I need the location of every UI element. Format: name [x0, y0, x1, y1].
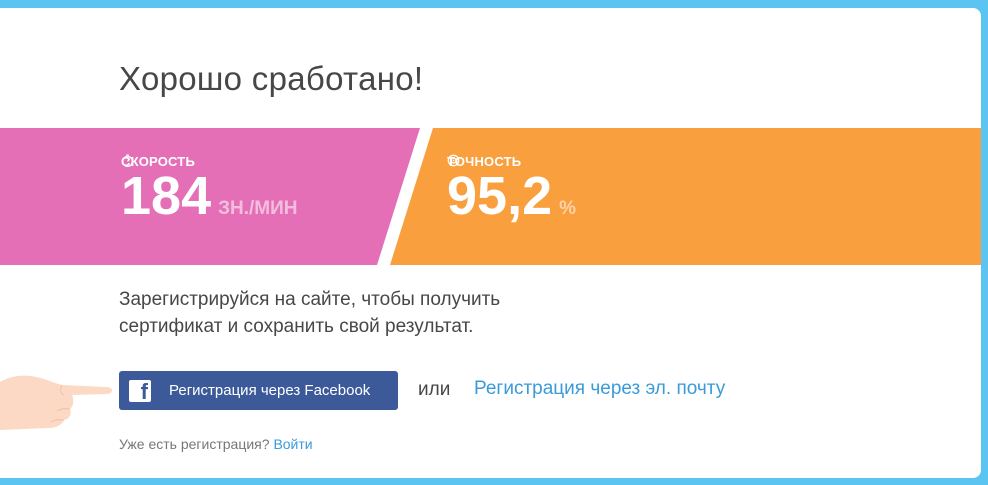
- signup-prompt-line-2: сертификат и сохранить свой результат.: [119, 316, 474, 337]
- facebook-icon: f: [129, 379, 151, 402]
- target-icon: [447, 154, 460, 167]
- page-title: Хорошо сработано!: [119, 60, 424, 97]
- facebook-signup-button[interactable]: f Регистрация через Facebook: [119, 371, 398, 410]
- login-link[interactable]: Войти: [273, 436, 312, 452]
- result-card: Хорошо сработано! СКОРОСТЬ 184 ЗН./МИН Т…: [0, 8, 981, 478]
- or-separator: или: [418, 379, 451, 400]
- accuracy-value: 95,2: [447, 166, 553, 226]
- signup-prompt-line-1: Зарегистрируйся на сайте, чтобы получить: [119, 289, 501, 310]
- speed-unit: ЗН./МИН: [218, 198, 298, 219]
- facebook-signup-label: Регистрация через Facebook: [169, 382, 371, 399]
- login-row: Уже есть регистрация? Войти: [119, 436, 313, 452]
- speed-value-row: 184 ЗН./МИН: [121, 166, 298, 226]
- accuracy-value-row: 95,2 %: [447, 166, 577, 226]
- accuracy-unit: %: [559, 198, 577, 219]
- pointing-hand-icon: [0, 375, 112, 430]
- speed-stat: СКОРОСТЬ 184 ЗН./МИН: [121, 154, 298, 226]
- email-signup-link[interactable]: Регистрация через эл. почту: [474, 378, 725, 400]
- login-prompt: Уже есть регистрация?: [119, 436, 270, 452]
- stats-banner: СКОРОСТЬ 184 ЗН./МИН ТОЧНОСТЬ 95,2 %: [0, 128, 981, 265]
- accuracy-stat: ТОЧНОСТЬ 95,2 %: [447, 154, 577, 226]
- speed-value: 184: [121, 166, 212, 226]
- stopwatch-icon: [121, 154, 134, 167]
- signup-prompt: Зарегистрируйся на сайте, чтобы получить…: [119, 286, 639, 340]
